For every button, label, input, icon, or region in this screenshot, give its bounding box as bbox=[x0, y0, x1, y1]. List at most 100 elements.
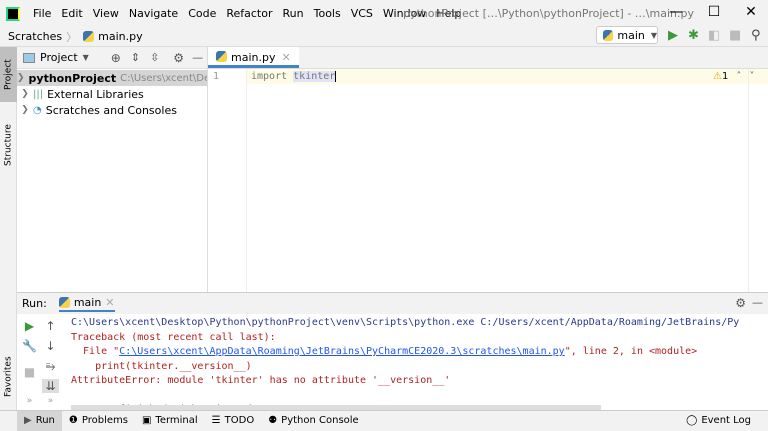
menu-navigate[interactable]: Navigate bbox=[124, 7, 183, 20]
tree-item-external-libraries[interactable]: ❯ ||| External Libraries bbox=[17, 86, 207, 102]
soft-wrap-icon[interactable]: ⥱ bbox=[42, 359, 59, 374]
menu-file[interactable]: File bbox=[28, 7, 56, 20]
chevron-down-icon: ▼ bbox=[650, 30, 657, 40]
python-console-icon: ⚉ bbox=[268, 415, 278, 426]
menu-code[interactable]: Code bbox=[183, 7, 221, 20]
menu-run[interactable]: Run bbox=[278, 7, 309, 20]
left-tool-strip: Project Structure Favorites bbox=[0, 47, 17, 410]
warning-icon: ⚠ bbox=[713, 71, 722, 82]
library-icon: ||| bbox=[33, 88, 44, 100]
menu-refactor[interactable]: Refactor bbox=[221, 7, 277, 20]
hide-icon[interactable]: — bbox=[192, 51, 203, 64]
run-label: Run: bbox=[22, 297, 47, 310]
line-gutter: 1 bbox=[208, 69, 247, 292]
collapse-all-icon[interactable]: ⇳ bbox=[150, 51, 159, 64]
menu-tools[interactable]: Tools bbox=[309, 7, 346, 20]
chevron-right-icon[interactable]: ❯ bbox=[17, 105, 33, 115]
project-panel: Project ▼ ⊕ ⇕ ⇳ ⚙ — ❯ pythonProject C:\U… bbox=[17, 47, 208, 292]
chevron-down-icon[interactable]: ▼ bbox=[83, 53, 89, 62]
arrow-down-icon[interactable]: ↓ bbox=[42, 339, 59, 353]
warning-count: 1 bbox=[721, 71, 729, 82]
code-line[interactable]: import tkinter bbox=[251, 71, 337, 82]
todo-icon: ☰ bbox=[211, 415, 221, 426]
python-file-icon bbox=[83, 31, 95, 42]
tool-python-console[interactable]: ⚉ Python Console bbox=[261, 411, 366, 431]
python-file-icon bbox=[216, 51, 227, 62]
tree-item-python-project[interactable]: ❯ pythonProject C:\Users\xcent\Desktop bbox=[17, 70, 207, 86]
close-tab-icon[interactable]: ✕ bbox=[281, 51, 290, 64]
arrow-up-icon[interactable]: ↑ bbox=[42, 319, 59, 333]
tree-item-scratches[interactable]: ❯ ◔ Scratches and Consoles bbox=[17, 102, 207, 118]
chevron-right-icon[interactable]: ❯ bbox=[17, 73, 25, 83]
project-view-select[interactable]: Project bbox=[40, 51, 78, 64]
project-panel-header: Project ▼ ⊕ ⇕ ⇳ ⚙ — bbox=[17, 47, 207, 69]
python-icon bbox=[58, 296, 70, 308]
scratches-icon: ◔ bbox=[33, 104, 42, 116]
expand-all-icon[interactable]: ⇕ bbox=[131, 51, 140, 64]
tool-run[interactable]: ▶ Run bbox=[17, 410, 62, 431]
chevron-right-icon[interactable]: ❯ bbox=[17, 89, 33, 99]
tree-item-label: External Libraries bbox=[47, 87, 144, 101]
python-icon bbox=[603, 29, 614, 41]
gear-icon[interactable]: ⚙ bbox=[173, 51, 184, 65]
gear-icon[interactable]: ⚙ bbox=[735, 296, 746, 310]
coverage-icon[interactable]: ◧ bbox=[708, 28, 720, 43]
run-config-select[interactable]: main ▼ bbox=[596, 26, 658, 44]
side-tab-structure[interactable]: Structure bbox=[0, 115, 17, 175]
run-config-label: main bbox=[617, 28, 645, 42]
console-command-line: C:\Users\xcent\Desktop\Python\pythonProj… bbox=[71, 317, 740, 328]
window-title: pythonProject […\Python\pythonProject] -… bbox=[403, 7, 694, 20]
locate-icon[interactable]: ⊕ bbox=[111, 51, 121, 65]
close-tab-icon[interactable]: ✕ bbox=[105, 296, 114, 309]
stop-icon[interactable]: ■ bbox=[729, 28, 741, 43]
more-icon[interactable]: » bbox=[21, 396, 38, 406]
wrench-icon[interactable]: 🔧 bbox=[21, 339, 38, 353]
run-icon: ▶ bbox=[24, 415, 32, 426]
maximize-button[interactable]: ☐ bbox=[704, 4, 724, 20]
run-icon[interactable]: ▶ bbox=[668, 28, 678, 43]
run-panel: Run: main ✕ ⚙ — ▶ 🔧 ■ » ↑ ↓ ⥱ ⇊ » C:\Use… bbox=[17, 292, 768, 415]
debug-icon[interactable]: ✱ bbox=[688, 28, 699, 43]
run-tab-label: main bbox=[73, 295, 102, 309]
side-tab-project[interactable]: Project bbox=[0, 47, 17, 102]
editor[interactable]: main.py ✕ 1 import tkinter ⚠1 ˄ ˅ bbox=[208, 47, 768, 292]
breadcrumb-file[interactable]: main.py bbox=[98, 30, 142, 43]
file-link[interactable]: C:\Users\xcent\AppData\Roaming\JetBrains… bbox=[119, 346, 565, 357]
close-button[interactable]: ✕ bbox=[741, 4, 761, 20]
project-path: C:\Users\xcent\Desktop bbox=[120, 72, 207, 84]
event-log-icon: ◯ bbox=[686, 415, 698, 426]
right-margin bbox=[748, 69, 749, 292]
menu-vcs[interactable]: VCS bbox=[346, 7, 378, 20]
hide-icon[interactable]: — bbox=[752, 296, 763, 309]
problems-icon: ❶ bbox=[68, 415, 78, 426]
minimize-button[interactable]: — bbox=[666, 4, 686, 20]
code-module: tkinter bbox=[293, 71, 337, 82]
console-code-line: print(tkinter.__version__) bbox=[71, 360, 252, 372]
pycharm-logo-icon bbox=[6, 6, 20, 21]
tool-problems[interactable]: ❶ Problems bbox=[62, 411, 135, 431]
console-traceback: Traceback (most recent call last): bbox=[71, 331, 276, 343]
more-icon[interactable]: » bbox=[42, 396, 59, 406]
chevron-down-icon[interactable]: ˅ bbox=[749, 71, 754, 82]
project-view-icon bbox=[23, 52, 35, 63]
line-number: 1 bbox=[213, 71, 220, 82]
side-tab-favorites[interactable]: Favorites bbox=[0, 352, 17, 402]
run-tab-main[interactable]: main ✕ bbox=[58, 295, 115, 312]
editor-tab-main-py[interactable]: main.py ✕ bbox=[208, 47, 299, 68]
tab-label: main.py bbox=[231, 51, 276, 64]
tool-event-log[interactable]: ◯ Event Log bbox=[679, 411, 758, 431]
chevron-up-icon[interactable]: ˄ bbox=[736, 71, 741, 82]
rerun-icon[interactable]: ▶ bbox=[21, 319, 38, 333]
status-bar: ▶ Run ❶ Problems ▣ Terminal ☰ TODO ⚉ Python C… bbox=[0, 410, 768, 431]
console-file-line: File "C:\Users\xcent\AppData\Roaming\Jet… bbox=[71, 346, 698, 357]
search-icon[interactable]: ⚲ bbox=[751, 28, 761, 43]
menu-edit[interactable]: Edit bbox=[56, 7, 87, 20]
code-keyword: import bbox=[251, 71, 288, 82]
breadcrumb-scratches[interactable]: Scratches bbox=[8, 30, 62, 43]
tool-todo[interactable]: ☰ TODO bbox=[205, 411, 262, 431]
menu-view[interactable]: View bbox=[88, 7, 124, 20]
scroll-to-end-icon[interactable]: ⇊ bbox=[42, 379, 59, 393]
stop-icon[interactable]: ■ bbox=[21, 365, 38, 379]
console-output[interactable]: C:\Users\xcent\Desktop\Python\pythonProj… bbox=[71, 314, 768, 415]
tool-terminal[interactable]: ▣ Terminal bbox=[135, 411, 205, 431]
